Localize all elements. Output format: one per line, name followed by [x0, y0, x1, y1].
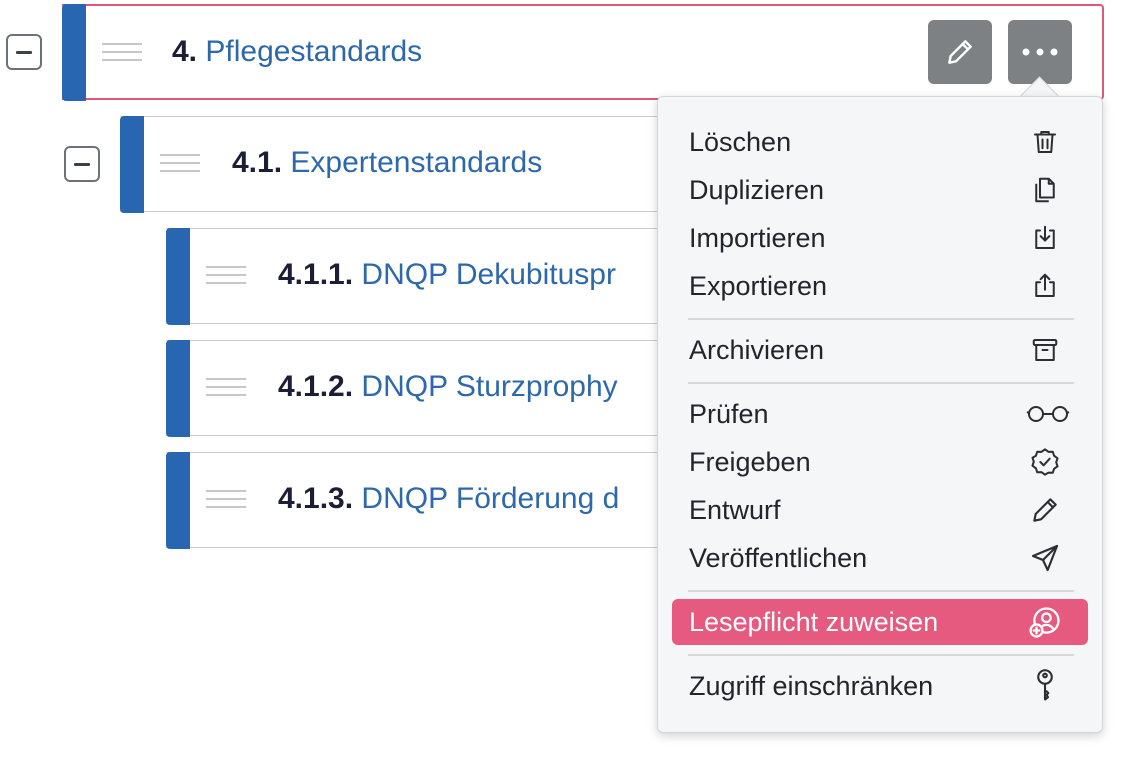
menu-item-label: Zugriff einschränken	[689, 671, 934, 701]
menu-item-loeschen[interactable]: Löschen	[672, 119, 1088, 165]
menu-item-freigeben[interactable]: Freigeben	[672, 439, 1088, 485]
export-icon	[1028, 269, 1062, 303]
drag-handle-icon[interactable]	[160, 154, 200, 174]
row-title[interactable]: 4. Pflegestandards	[172, 34, 422, 70]
menu-item-label: Freigeben	[689, 447, 811, 477]
menu-item-veroeffentlichen[interactable]: Veröffentlichen	[672, 535, 1088, 581]
row-title[interactable]: 4.1. Expertenstandards	[232, 145, 542, 181]
pencil-icon	[948, 40, 972, 64]
menu-item-importieren[interactable]: Importieren	[672, 215, 1088, 261]
row-number: 4.1.3.	[278, 482, 354, 515]
archive-icon	[1028, 333, 1062, 367]
row-label: Expertenstandards	[290, 146, 543, 179]
menu-item-lesepflicht-zuweisen[interactable]: Lesepflicht zuweisen	[672, 599, 1088, 645]
menu-divider	[688, 318, 1074, 320]
drag-handle-icon[interactable]	[102, 43, 142, 63]
import-icon	[1028, 221, 1062, 255]
tree-row[interactable]: 4.1.3. DNQP Förderung d	[166, 451, 686, 549]
duplicate-icon	[1028, 173, 1062, 207]
badge-check-icon	[1028, 445, 1062, 479]
menu-item-label: Löschen	[689, 127, 792, 157]
row-accent-bar	[166, 339, 190, 437]
drag-handle-icon[interactable]	[206, 266, 246, 286]
row-accent-bar	[166, 227, 190, 325]
row-number: 4.1.	[232, 146, 283, 179]
collapse-toggle[interactable]	[64, 146, 100, 182]
row-accent-bar	[120, 115, 144, 213]
menu-item-duplizieren[interactable]: Duplizieren	[672, 167, 1088, 213]
menu-item-archivieren[interactable]: Archivieren	[672, 327, 1088, 373]
row-label: Pflegestandards	[205, 35, 423, 68]
menu-item-exportieren[interactable]: Exportieren	[672, 263, 1088, 309]
menu-divider	[688, 654, 1074, 656]
trash-icon	[1028, 125, 1062, 159]
menu-item-label: Importieren	[689, 223, 826, 253]
menu-item-pruefen[interactable]: Prüfen	[672, 391, 1088, 437]
menu-item-label: Entwurf	[689, 495, 781, 525]
menu-item-entwurf[interactable]: Entwurf	[672, 487, 1088, 533]
menu-item-label: Prüfen	[689, 399, 769, 429]
drag-handle-icon[interactable]	[206, 378, 246, 398]
context-menu: Löschen Duplizieren Importieren Exportie…	[657, 96, 1103, 733]
tree-row[interactable]: 4.1.1. DNQP Dekubituspr	[166, 227, 686, 325]
send-icon	[1028, 541, 1062, 575]
row-number: 4.1.1.	[278, 258, 354, 291]
pencil-icon	[1028, 493, 1062, 527]
row-title[interactable]: 4.1.1. DNQP Dekubituspr	[278, 257, 616, 293]
row-accent-bar	[62, 3, 86, 101]
menu-item-label: Veröffentlichen	[689, 543, 868, 573]
row-number: 4.1.2.	[278, 370, 354, 403]
tree-row[interactable]: 4.1.2. DNQP Sturzprophy	[166, 339, 686, 437]
row-label: DNQP Sturzprophy	[361, 370, 618, 403]
menu-divider	[688, 590, 1074, 592]
row-title[interactable]: 4.1.2. DNQP Sturzprophy	[278, 369, 618, 405]
menu-divider	[688, 382, 1074, 384]
drag-handle-icon[interactable]	[206, 490, 246, 510]
row-number: 4.	[172, 35, 198, 68]
row-label: DNQP Förderung d	[361, 482, 620, 515]
menu-item-label: Duplizieren	[689, 175, 825, 205]
menu-item-zugriff-einschraenken[interactable]: Zugriff einschränken	[672, 663, 1088, 709]
assign-user-icon	[1028, 605, 1062, 639]
glasses-icon	[1024, 397, 1072, 431]
ellipsis-icon	[1022, 48, 1058, 56]
row-accent-bar	[166, 451, 190, 549]
more-options-button[interactable]	[1008, 20, 1072, 84]
menu-item-label: Exportieren	[689, 271, 828, 301]
tree-row[interactable]: 4.1. Expertenstandards	[120, 115, 680, 213]
tree-row-active[interactable]: 4. Pflegestandards	[62, 3, 1104, 101]
row-label: DNQP Dekubituspr	[361, 258, 616, 291]
edit-button[interactable]	[928, 20, 992, 84]
menu-item-label: Archivieren	[689, 335, 825, 365]
menu-item-label: Lesepflicht zuweisen	[689, 607, 939, 637]
collapse-toggle[interactable]	[6, 34, 42, 70]
key-icon	[1028, 669, 1062, 703]
row-title[interactable]: 4.1.3. DNQP Förderung d	[278, 481, 619, 517]
